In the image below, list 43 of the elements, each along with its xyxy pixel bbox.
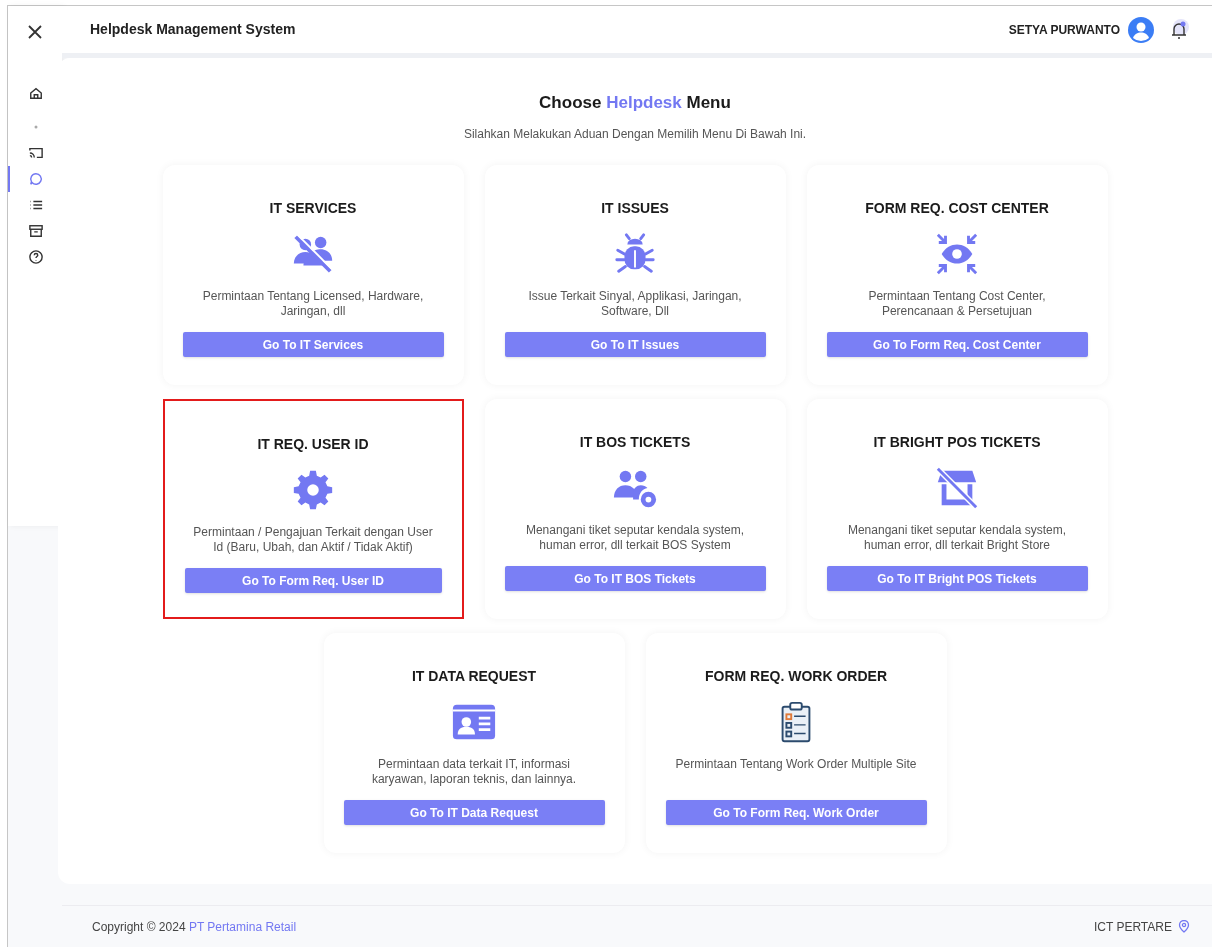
go-to-button[interactable]: Go To IT Issues (504, 332, 766, 357)
location-pin-icon (1178, 920, 1190, 933)
go-to-button[interactable]: Go To IT Data Request (343, 800, 605, 825)
go-to-button[interactable]: Go To Form Req. Cost Center (826, 332, 1088, 357)
company-link[interactable]: PT Pertamina Retail (188, 919, 297, 934)
go-to-button[interactable]: Go To Form Req. User ID (184, 568, 442, 593)
card-title: FORM REQ. WORK ORDER (705, 667, 887, 686)
footer-label: ICT PERTARE (1093, 918, 1172, 936)
card-description: Menangani tiket seputar kendala system, human error, dll terkait Bright Store (846, 523, 1068, 553)
close-icon[interactable] (28, 25, 42, 39)
card-title: IT BRIGHT POS TICKETS (873, 433, 1041, 452)
card-description: Permintaan / Pengajuan Terkait dengan User Id (Baru, Ubah, dan Aktif / Tidak Aktif) (192, 525, 434, 555)
card-title: IT BOS TICKETS (579, 433, 691, 452)
list-icon[interactable] (29, 198, 43, 212)
card-description: Permintaan Tentang Work Order Multiple Site (674, 757, 918, 773)
card-description: Permintaan data terkait IT, informasi karyawan, laporan teknis, dan lainnya. (370, 757, 578, 787)
app-title: Helpdesk Management System (90, 20, 296, 39)
card-description: Permintaan Tentang Cost Center, Perencanaan & Persetujuan (867, 289, 1047, 319)
page-heading: Choose Helpdesk Menu (539, 92, 731, 114)
card-description: Issue Terkait Sinyal, Applikasi, Jaringan, Software, Dll (527, 289, 743, 319)
help-icon[interactable] (29, 250, 43, 264)
card-title: IT SERVICES (269, 199, 357, 218)
card-description: Permintaan Tentang Licensed, Hardware, Jaringan, dll (201, 289, 425, 319)
go-to-button[interactable]: Go To Form Req. Work Order (665, 800, 927, 825)
card-title: IT REQ. USER ID (257, 435, 369, 454)
dot-icon[interactable] (33, 124, 39, 130)
archive-icon[interactable] (29, 224, 43, 238)
eye-arrows-icon (934, 231, 980, 277)
card-description: Menangani tiket seputar kendala system, human error, dll terkait BOS System (524, 523, 746, 553)
cast-icon[interactable] (29, 146, 43, 160)
go-to-button[interactable]: Go To IT Bright POS Tickets (826, 566, 1088, 591)
go-to-button[interactable]: Go To IT Services (182, 332, 444, 357)
go-to-button[interactable]: Go To IT BOS Tickets (504, 566, 766, 591)
chat-icon[interactable] (29, 172, 43, 186)
home-icon[interactable] (29, 86, 43, 100)
card-title: IT ISSUES (601, 199, 669, 218)
user-name: SETYA PURWANTO (1008, 21, 1120, 39)
copyright-text: Copyright © 2024 PT Pertamina Retail (92, 918, 297, 936)
card-title: FORM REQ. COST CENTER (865, 199, 1049, 218)
page-subtitle: Silahkan Melakukan Aduan Dengan Memilih Menu Di Bawah Ini. (463, 126, 807, 143)
card-title: IT DATA REQUEST (411, 667, 537, 686)
user-avatar-icon[interactable] (1128, 16, 1154, 43)
store-slash-icon (934, 465, 980, 511)
